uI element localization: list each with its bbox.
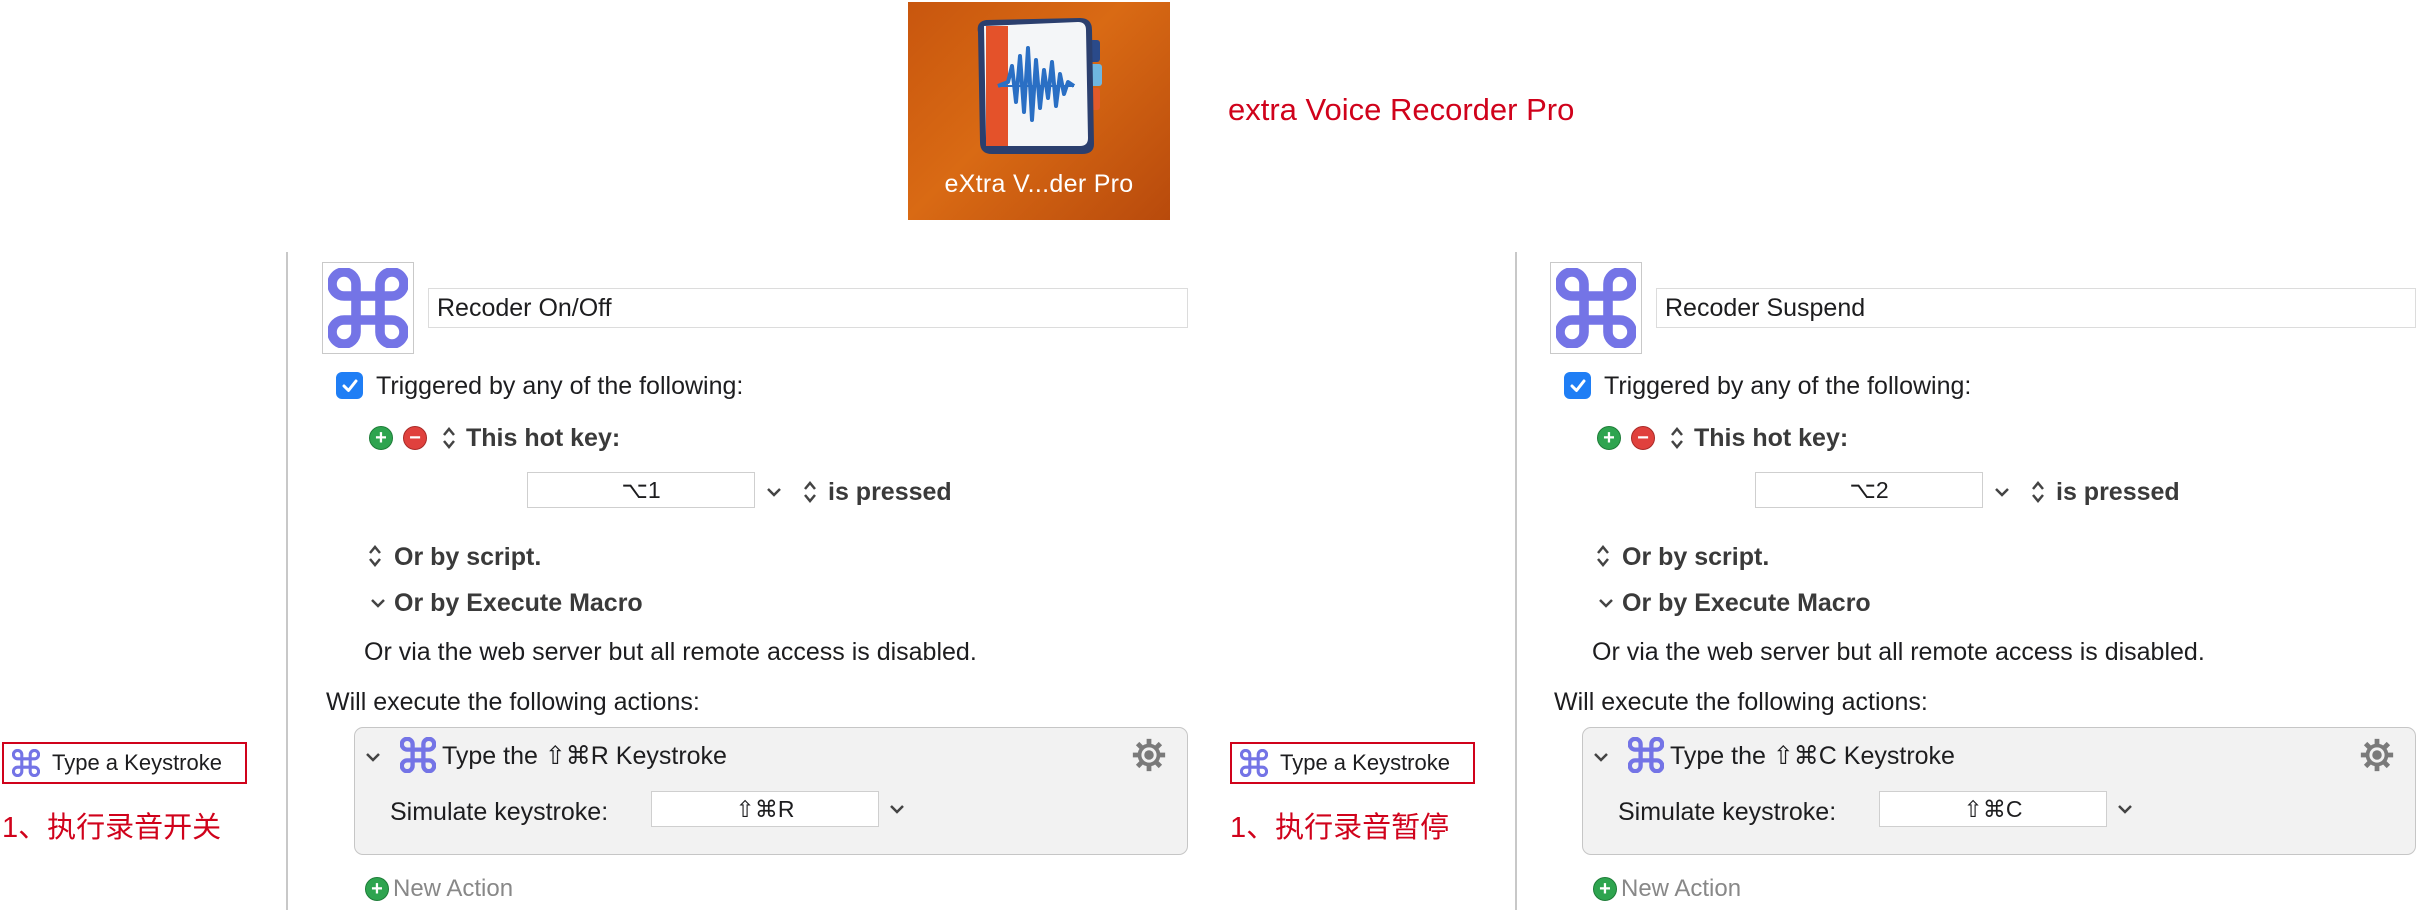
chevron-down-icon[interactable] bbox=[369, 596, 387, 610]
will-execute-label: Will execute the following actions: bbox=[1554, 688, 1928, 716]
chevron-down-icon[interactable] bbox=[364, 750, 382, 764]
checkmark-icon bbox=[342, 379, 357, 392]
macro-name-field[interactable]: Recoder Suspend bbox=[1656, 288, 2416, 328]
updown-icon[interactable] bbox=[2030, 479, 2046, 505]
simulate-label: Simulate keystroke: bbox=[390, 798, 609, 826]
pressed-label: is pressed bbox=[2056, 478, 2180, 506]
app-icon-label: eXtra V...der Pro bbox=[944, 170, 1134, 198]
gear-icon[interactable] bbox=[1130, 736, 1168, 774]
action-title: Type the ⇧⌘R Keystroke bbox=[442, 742, 727, 770]
simulate-keystroke-field[interactable]: ⇧⌘C bbox=[1879, 791, 2107, 827]
triggered-label: Triggered by any of the following: bbox=[1604, 372, 1972, 400]
command-key-icon bbox=[400, 737, 436, 773]
chevron-down-icon[interactable] bbox=[2116, 802, 2134, 816]
command-key-icon bbox=[12, 749, 40, 777]
execute-macro-label: Or by Execute Macro bbox=[394, 589, 643, 617]
updown-icon[interactable] bbox=[802, 479, 818, 505]
macro-name-field[interactable]: Recoder On/Off bbox=[428, 288, 1188, 328]
command-key-icon bbox=[328, 268, 408, 348]
add-trigger-button[interactable]: + bbox=[369, 426, 393, 450]
hotkey-field[interactable]: ⌥2 bbox=[1755, 472, 1983, 508]
gear-icon[interactable] bbox=[2358, 736, 2396, 774]
new-action-button[interactable]: + New Action bbox=[365, 875, 513, 903]
type-keystroke-text: Type a Keystroke bbox=[1280, 750, 1450, 775]
triggered-checkbox[interactable] bbox=[336, 372, 363, 399]
updown-icon[interactable] bbox=[1669, 425, 1685, 451]
voice-recorder-icon bbox=[977, 18, 1102, 154]
chevron-down-icon[interactable] bbox=[1597, 596, 1615, 610]
app-title: extra Voice Recorder Pro bbox=[1228, 92, 1575, 127]
macro-icon-well[interactable] bbox=[322, 262, 414, 354]
pressed-label: is pressed bbox=[828, 478, 952, 506]
add-trigger-button[interactable]: + bbox=[1597, 426, 1621, 450]
add-icon: + bbox=[1593, 877, 1617, 901]
command-key-icon bbox=[1240, 749, 1268, 777]
add-icon: + bbox=[365, 877, 389, 901]
updown-icon[interactable] bbox=[367, 543, 383, 569]
checkmark-icon bbox=[1570, 379, 1585, 392]
chevron-down-icon[interactable] bbox=[765, 485, 783, 499]
remove-trigger-button[interactable]: − bbox=[403, 426, 427, 450]
triggered-checkbox[interactable] bbox=[1564, 372, 1591, 399]
command-key-icon bbox=[1556, 268, 1636, 348]
new-action-label: New Action bbox=[1621, 875, 1742, 902]
simulate-label: Simulate keystroke: bbox=[1618, 798, 1837, 826]
webserver-text: Or via the web server but all remote acc… bbox=[1592, 638, 2205, 666]
will-execute-label: Will execute the following actions: bbox=[326, 688, 700, 716]
simulate-keystroke-field[interactable]: ⇧⌘R bbox=[651, 791, 879, 827]
type-keystroke-label-right: Type a Keystroke bbox=[1230, 742, 1475, 784]
macro-icon-well[interactable] bbox=[1550, 262, 1642, 354]
hotkey-label: This hot key: bbox=[466, 424, 621, 452]
remove-trigger-button[interactable]: − bbox=[1631, 426, 1655, 450]
hotkey-label: This hot key: bbox=[1694, 424, 1849, 452]
updown-icon[interactable] bbox=[441, 425, 457, 451]
type-keystroke-label-left: Type a Keystroke bbox=[2, 742, 247, 784]
triggered-label: Triggered by any of the following: bbox=[376, 372, 744, 400]
divider bbox=[286, 252, 288, 910]
execute-macro-label: Or by Execute Macro bbox=[1622, 589, 1871, 617]
divider bbox=[1515, 252, 1517, 910]
app-icon: eXtra V...der Pro bbox=[908, 2, 1170, 220]
script-label: Or by script. bbox=[394, 543, 542, 571]
note-left: 1、执行录音开关 bbox=[2, 812, 222, 844]
type-keystroke-text: Type a Keystroke bbox=[52, 750, 222, 775]
chevron-down-icon[interactable] bbox=[1592, 750, 1610, 764]
chevron-down-icon[interactable] bbox=[1993, 485, 2011, 499]
command-key-icon bbox=[1628, 737, 1664, 773]
new-action-button[interactable]: + New Action bbox=[1593, 875, 1741, 903]
updown-icon[interactable] bbox=[1595, 543, 1611, 569]
webserver-text: Or via the web server but all remote acc… bbox=[364, 638, 977, 666]
action-title: Type the ⇧⌘C Keystroke bbox=[1670, 742, 1955, 770]
chevron-down-icon[interactable] bbox=[888, 802, 906, 816]
script-label: Or by script. bbox=[1622, 543, 1770, 571]
new-action-label: New Action bbox=[393, 875, 514, 902]
hotkey-field[interactable]: ⌥1 bbox=[527, 472, 755, 508]
note-right: 1、执行录音暂停 bbox=[1230, 812, 1450, 844]
